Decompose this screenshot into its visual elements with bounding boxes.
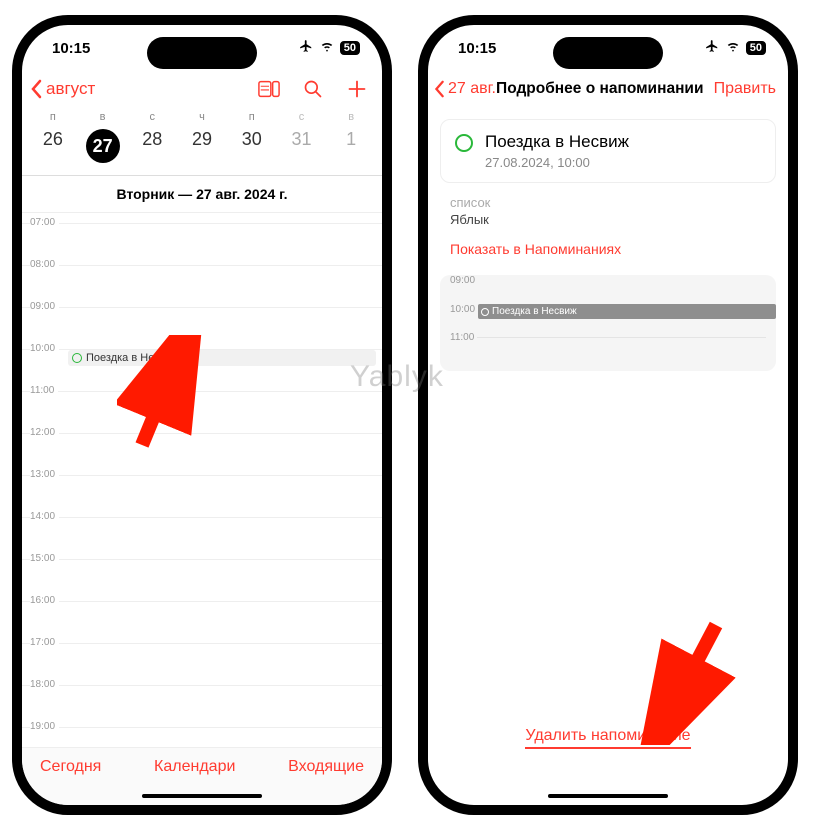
weekday-label: с <box>277 111 327 123</box>
mini-event-chip[interactable]: Поездка в Несвиж <box>478 304 776 319</box>
page-title: Подробнее о напоминании <box>486 80 714 98</box>
date-cell[interactable]: 30 <box>227 125 277 167</box>
hour-label: 13:00 <box>30 469 59 480</box>
status-time: 10:15 <box>52 40 90 57</box>
date-row: 26 27 28 29 30 31 1 <box>22 123 382 176</box>
calendars-button[interactable]: Календари <box>154 758 235 776</box>
detail-nav-bar: 27 авг. Подробнее о напоминании Править <box>428 71 788 111</box>
hour-label: 07:00 <box>30 217 59 228</box>
mini-hour-label: 11:00 <box>450 332 477 343</box>
notch <box>147 37 257 69</box>
chevron-left-icon <box>30 79 44 99</box>
date-cell[interactable]: 28 <box>127 125 177 167</box>
reminder-ring-icon <box>481 308 489 316</box>
hour-label: 16:00 <box>30 595 59 606</box>
battery-icon: 50 <box>746 41 766 55</box>
today-button[interactable]: Сегодня <box>40 758 101 776</box>
inbox-button[interactable]: Входящие <box>288 758 364 776</box>
hour-label: 15:00 <box>30 553 59 564</box>
weekday-label: с <box>127 111 177 123</box>
hour-label: 09:00 <box>30 301 59 312</box>
weekday-label: п <box>227 111 277 123</box>
date-cell[interactable]: 31 <box>277 125 327 167</box>
phone-reminder-detail: 10:15 50 27 авг. Подробнее о напоминании… <box>418 15 798 815</box>
edit-button[interactable]: Править <box>714 80 776 98</box>
weekday-label: в <box>78 111 128 123</box>
search-icon[interactable] <box>302 78 324 100</box>
mini-hour-label: 10:00 <box>450 304 478 315</box>
date-cell[interactable]: 29 <box>177 125 227 167</box>
chevron-left-icon <box>434 80 446 98</box>
list-value: Яблык <box>450 212 766 227</box>
hour-label: 17:00 <box>30 637 59 648</box>
mini-event-title: Поездка в Несвиж <box>492 306 577 317</box>
hour-label: 10:00 <box>30 343 59 354</box>
reminder-card[interactable]: Поездка в Несвиж 27.08.2024, 10:00 <box>440 119 776 183</box>
date-cell-selected[interactable]: 27 <box>78 125 128 167</box>
add-icon[interactable] <box>346 78 368 100</box>
hour-label: 11:00 <box>30 385 58 396</box>
status-time: 10:15 <box>458 40 496 57</box>
wifi-icon <box>319 39 335 57</box>
calendar-nav-bar: август <box>22 71 382 111</box>
reminder-title: Поездка в Несвиж <box>485 132 629 152</box>
wifi-icon <box>725 39 741 57</box>
weekday-row: п в с ч п с в <box>22 111 382 123</box>
annotation-arrow <box>638 615 738 745</box>
reminder-datetime: 27.08.2024, 10:00 <box>485 155 629 170</box>
watermark: Yablyk <box>350 360 444 394</box>
phone-calendar-day: 10:15 50 август п <box>12 15 392 815</box>
airplane-icon <box>704 39 720 57</box>
show-in-reminders-link[interactable]: Показать в Напоминаниях <box>428 231 788 267</box>
delete-reminder-button[interactable]: Удалить напоминание <box>428 727 788 749</box>
battery-icon: 50 <box>340 41 360 55</box>
mini-timeline: 09:00 10:00 11:00 Поездка в Несвиж <box>440 275 776 371</box>
hour-label: 12:00 <box>30 427 59 438</box>
list-meta: список Яблык <box>428 191 788 231</box>
mini-hour-label: 09:00 <box>450 275 478 286</box>
back-month-label: август <box>46 79 95 99</box>
calendar-event-chip[interactable]: Поездка в Несвиж <box>68 350 376 366</box>
home-indicator <box>142 794 262 798</box>
weekday-label: ч <box>177 111 227 123</box>
hour-label: 18:00 <box>30 679 59 690</box>
weekday-label: п <box>28 111 78 123</box>
reminder-ring-icon <box>72 353 82 363</box>
date-cell[interactable]: 26 <box>28 125 78 167</box>
back-button[interactable]: август <box>30 79 95 99</box>
airplane-icon <box>298 39 314 57</box>
hour-label: 19:00 <box>30 721 59 732</box>
day-timeline[interactable]: 07:00 08:00 09:00 10:00 Поездка в Несвиж… <box>22 213 382 743</box>
hour-label: 14:00 <box>30 511 59 522</box>
event-title: Поездка в Несвиж <box>86 352 179 364</box>
reminder-ring-icon <box>455 134 473 152</box>
hour-label: 08:00 <box>30 259 59 270</box>
view-toggle-icon[interactable] <box>258 78 280 100</box>
day-header: Вторник — 27 авг. 2024 г. <box>22 176 382 213</box>
weekday-label: в <box>326 111 376 123</box>
notch <box>553 37 663 69</box>
home-indicator <box>548 794 668 798</box>
list-label: список <box>450 195 766 210</box>
date-cell[interactable]: 1 <box>326 125 376 167</box>
